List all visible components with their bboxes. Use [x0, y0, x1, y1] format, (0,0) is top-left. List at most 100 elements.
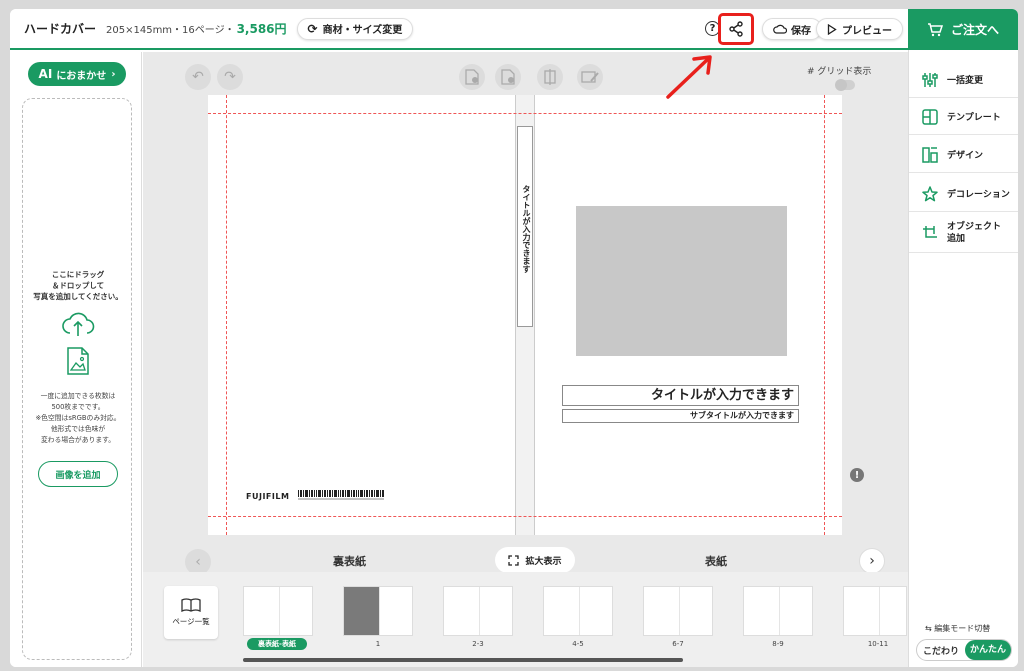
menu-item-label: テンプレート: [947, 113, 1001, 123]
swap-icon: ⇆: [925, 624, 932, 633]
order-button[interactable]: ご注文へ: [908, 9, 1018, 50]
upload-info: 一度に追加できる枚数は 500枚までです。 ※色空間はsRGBのみ対応。 他形式…: [35, 392, 121, 444]
mode-advanced-option[interactable]: こだわり: [917, 644, 965, 657]
front-cover-label: 表紙: [705, 555, 727, 568]
flip-icon: [544, 69, 556, 85]
cover-subtitle-field[interactable]: サブタイトルが入力できます: [562, 409, 799, 423]
menu-item-label: オブジェクト 追加: [947, 221, 1002, 244]
cover-photo-placeholder[interactable]: [576, 206, 787, 356]
add-image-button[interactable]: 画像を追加: [38, 461, 118, 487]
chevron-right-icon: ›: [869, 553, 875, 569]
product-title: ハードカバー: [24, 22, 97, 36]
ai-auto-label: におまかせ: [56, 70, 107, 82]
thumb-page-1[interactable]: [343, 586, 413, 636]
thumb-page-4-5[interactable]: [543, 586, 613, 636]
menu-item-template[interactable]: テンプレート: [909, 99, 1018, 135]
cloud-upload-icon: [62, 312, 95, 336]
expand-icon: [508, 554, 520, 566]
cover-title-field[interactable]: タイトルが入力できます: [562, 385, 799, 406]
canvas-area: ↶ ↷ # グリッド表示 タイトルが入力できます タイトルが入力できます サブタ…: [143, 52, 908, 575]
image-edit-icon: [581, 71, 599, 83]
photo-panel: AI におまかせ › ここにドラッグ ＆ドロップして 写真を追加してください。: [10, 52, 142, 667]
ai-auto-button[interactable]: AI におまかせ ›: [28, 62, 126, 86]
edit-mode-switch[interactable]: こだわり かんたん: [916, 639, 1012, 661]
preview-label: プレビュー: [842, 25, 892, 37]
image-file-icon: [67, 347, 89, 375]
share-icon: [729, 21, 743, 37]
product-spec: 205×145mm・16ページ・: [106, 25, 235, 36]
thumb-page-6-7[interactable]: [643, 586, 713, 636]
thumbnail-scrollbar[interactable]: [243, 658, 683, 662]
preview-button[interactable]: プレビュー: [816, 18, 903, 40]
layout-icon: [922, 108, 938, 125]
menu-item-add-object[interactable]: オブジェクト 追加: [909, 213, 1018, 253]
book-spread[interactable]: タイトルが入力できます タイトルが入力できます サブタイトルが入力できます FU…: [208, 95, 842, 535]
refresh-icon: ⟳: [307, 21, 318, 36]
thumb-page-8-9[interactable]: [743, 586, 813, 636]
bleed-line-bottom: [208, 516, 842, 517]
thumb-cover[interactable]: [243, 586, 313, 636]
bleed-line-top: [208, 113, 842, 114]
barcode-icon: [298, 490, 384, 500]
bleed-line-left: [226, 95, 227, 535]
thumb-page-10-11[interactable]: [843, 586, 907, 636]
chevron-left-icon: ‹: [195, 554, 201, 570]
back-cover-label: 裏表紙: [333, 555, 366, 568]
menu-item-label: 一括変更: [947, 76, 984, 86]
flip-tool-button[interactable]: [537, 64, 563, 90]
share-button[interactable]: [718, 13, 754, 45]
mode-easy-option[interactable]: かんたん: [965, 640, 1011, 660]
star-icon: [922, 185, 938, 201]
chevron-right-icon: ›: [111, 68, 116, 80]
redo-button[interactable]: ↷: [217, 64, 243, 90]
redo-icon: ↷: [224, 69, 236, 85]
thumb-label: 4-5: [572, 640, 584, 648]
sliders-icon: [922, 72, 938, 87]
design-icon: [922, 146, 938, 163]
menu-item-decoration[interactable]: デコレーション: [909, 176, 1018, 212]
thumb-label: 1: [375, 640, 381, 648]
thumb-page-2-3[interactable]: [443, 586, 513, 636]
order-label: ご注文へ: [950, 23, 999, 37]
page-remove-icon: [501, 69, 515, 85]
cloud-icon: [773, 24, 787, 34]
menu-item-bulk-change[interactable]: 一括変更: [909, 62, 1018, 98]
edit-mode-label: ⇆ 編集モード切替: [925, 624, 991, 633]
edit-image-tool-button[interactable]: [577, 64, 603, 90]
thumb-page-1-blank: [344, 587, 379, 635]
undo-icon: ↶: [192, 69, 204, 85]
thumb-label: 6-7: [672, 640, 684, 648]
page-thumbnail-strip: ページ一覧 裏表紙-表紙 1 2-3 4-5 6-7 8-9 10-11: [143, 572, 908, 667]
drop-instructions: ここにドラッグ ＆ドロップして 写真を追加してください。: [33, 270, 123, 301]
zoom-label: 拡大表示: [525, 556, 562, 567]
thumb-label: 2-3: [472, 640, 484, 648]
undo-button[interactable]: ↶: [185, 64, 211, 90]
zoom-button[interactable]: 拡大表示: [495, 547, 575, 573]
change-product-button[interactable]: ⟳ 商材・サイズ変更: [296, 17, 414, 40]
thumb-label: 8-9: [772, 640, 784, 648]
grid-toggle-switch[interactable]: [835, 79, 855, 91]
ai-prefix: AI: [38, 67, 53, 81]
product-price: 3,586円: [236, 22, 287, 36]
add-object-icon: [923, 225, 937, 238]
menu-item-label: デコレーション: [947, 190, 1010, 200]
page-add-icon: [465, 69, 479, 85]
menu-item-label: デザイン: [947, 151, 984, 161]
tool-menu-panel: 一括変更 テンプレート デザイン デコレーション オブジェクト 追加 ⇆ 編集モ…: [908, 50, 1018, 667]
thumb-label: 10-11: [867, 640, 889, 648]
save-button[interactable]: 保存: [762, 18, 822, 40]
save-label: 保存: [791, 25, 811, 37]
grid-icon: #: [807, 67, 815, 77]
page-list-button[interactable]: ページ一覧: [164, 586, 218, 639]
red-arrow-annotation: [666, 55, 712, 99]
alert-icon[interactable]: !: [850, 468, 864, 482]
remove-page-tool-button[interactable]: [495, 64, 521, 90]
next-page-button[interactable]: ›: [859, 548, 885, 574]
spine-title-field[interactable]: タイトルが入力できます: [517, 126, 533, 327]
photo-drop-zone[interactable]: ここにドラッグ ＆ドロップして 写真を追加してください。 一度に追加できる枚数は…: [22, 98, 132, 660]
thumb-cover-badge: 裏表紙-表紙: [247, 638, 307, 650]
bleed-line-right: [824, 95, 825, 535]
add-page-tool-button[interactable]: [459, 64, 485, 90]
menu-item-design[interactable]: デザイン: [909, 137, 1018, 173]
book-icon: [181, 598, 201, 612]
